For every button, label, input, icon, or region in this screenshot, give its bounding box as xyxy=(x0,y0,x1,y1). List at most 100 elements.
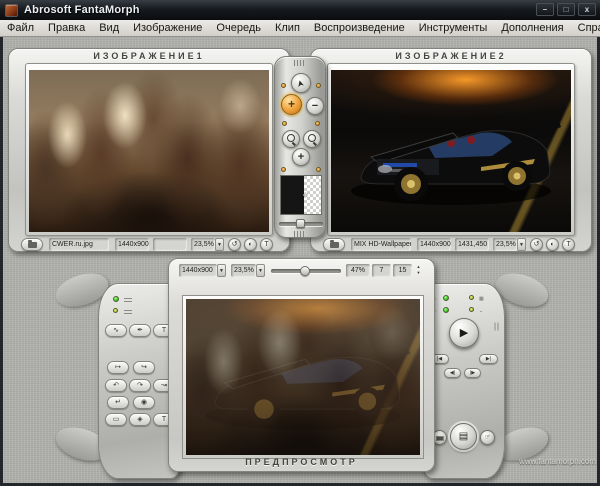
menu-addons[interactable]: Дополнения xyxy=(494,20,570,36)
edit-button-7[interactable]: ▭ xyxy=(105,413,127,426)
image1-canvas[interactable] xyxy=(29,70,269,232)
delete-dot-button[interactable]: − xyxy=(306,97,324,115)
camera-icon xyxy=(436,436,444,441)
app-window: Abrosoft FantaMorph – □ x Файл Правка Ви… xyxy=(0,0,600,486)
menu-help[interactable]: Справка xyxy=(571,20,600,36)
swatch-black: + xyxy=(281,176,304,214)
image1-panel: ИЗОБРАЖЕНИЕ1 CWER.ru.jpg 1440x900 23,5% … xyxy=(8,48,290,252)
total-frames-field[interactable]: 15 xyxy=(393,264,412,277)
minimize-button[interactable]: – xyxy=(536,3,554,16)
image1-adjust-button[interactable]: ◐ xyxy=(244,238,257,251)
image1-filename-field[interactable]: CWER.ru.jpg xyxy=(49,238,109,251)
progress-field: 47% xyxy=(346,264,370,277)
image1-zoom-dropdown[interactable]: ▼ xyxy=(215,238,224,251)
cursor-icon: ➤ xyxy=(291,77,311,89)
menu-clip[interactable]: Клип xyxy=(268,20,307,36)
wave-mode-icon: ⌄ xyxy=(479,308,483,314)
led-edit-mode xyxy=(113,296,119,302)
next-frame-button[interactable]: |▶ xyxy=(464,368,481,378)
maximize-button[interactable]: □ xyxy=(557,3,575,16)
preview-resolution-field[interactable]: 1440x900 xyxy=(179,264,217,277)
show-dots-button[interactable]: ◉ xyxy=(133,396,155,409)
add-dot-button[interactable]: + xyxy=(281,94,302,115)
edit-button-8[interactable]: ◈ xyxy=(129,413,151,426)
website-watermark: www.fantamorph.com xyxy=(498,457,596,466)
image2-filename-field[interactable]: MIX HD-Wallpapers xyxy=(351,238,411,251)
grip-bottom xyxy=(294,231,306,237)
view-mode-marks xyxy=(124,309,132,314)
zoom-out-button[interactable] xyxy=(303,130,321,148)
image1-rotate-button[interactable]: ↺ xyxy=(228,238,241,251)
image2-canvas[interactable] xyxy=(331,70,571,232)
edit-button-3[interactable]: ↶ xyxy=(105,379,127,392)
pen-tool-button[interactable]: ✒ xyxy=(129,324,151,337)
edit-button-2[interactable]: ↪ xyxy=(133,361,155,374)
curve-tool-button[interactable]: ∿ xyxy=(105,324,127,337)
menu-file[interactable]: Файл xyxy=(0,20,41,36)
image2-zoom-field[interactable]: 23,5% xyxy=(493,238,517,251)
menu-sequence[interactable]: Очередь xyxy=(209,20,268,36)
preview-zoom-dropdown[interactable]: ▼ xyxy=(256,264,265,277)
grip-marks xyxy=(495,323,500,331)
image2-title: ИЗОБРАЖЕНИЕ2 xyxy=(311,51,591,61)
image1-size-field: 1440x900 xyxy=(115,238,149,251)
preview-panel: 1440x900 ▼ 23,5% ▼ 47% 7 15 ▲ ▼ xyxy=(168,258,435,472)
edit-button-1[interactable]: ↦ xyxy=(107,361,129,374)
edit-button-4[interactable]: ↷ xyxy=(129,379,151,392)
led-mode-1 xyxy=(443,295,449,301)
image2-zoom-dropdown[interactable]: ▼ xyxy=(517,238,526,251)
cursor-tool-button[interactable]: ➤ xyxy=(291,73,311,93)
led-swatch-left xyxy=(281,167,286,172)
play-button[interactable]: ▶ xyxy=(449,318,479,348)
image1-title: ИЗОБРАЖЕНИЕ1 xyxy=(9,51,289,61)
frames-spinner[interactable]: ▲ ▼ xyxy=(414,264,423,277)
prev-frame-button[interactable]: ◀| xyxy=(444,368,461,378)
led-left xyxy=(281,83,286,88)
led-zoom-right xyxy=(315,121,320,126)
menu-edit[interactable]: Правка xyxy=(41,20,92,36)
menu-image[interactable]: Изображение xyxy=(126,20,209,36)
car-image xyxy=(331,70,571,232)
menu-tools[interactable]: Инструменты xyxy=(412,20,495,36)
led-swatch-right xyxy=(316,167,321,172)
pan-button[interactable]: + xyxy=(292,148,310,166)
close-button[interactable]: x xyxy=(578,3,596,16)
preview-canvas[interactable] xyxy=(186,299,420,455)
current-frame-field[interactable]: 7 xyxy=(372,264,391,277)
image2-frame xyxy=(327,63,575,236)
image2-adjust-button[interactable]: ◐ xyxy=(546,238,559,251)
image1-zoom-field[interactable]: 23,5% xyxy=(191,238,215,251)
export-movie-button[interactable]: ▤ xyxy=(450,423,477,450)
fullscreen-button[interactable]: ☞ xyxy=(480,430,495,445)
last-frame-button[interactable]: ▶| xyxy=(479,354,498,364)
spinner-down-icon[interactable]: ▼ xyxy=(414,270,423,276)
image1-text-button[interactable]: T xyxy=(260,238,273,251)
image1-open-button[interactable] xyxy=(21,238,43,251)
work-area: ИЗОБРАЖЕНИЕ1 CWER.ru.jpg 1440x900 23,5% … xyxy=(3,37,597,483)
led-zoom-left xyxy=(282,121,287,126)
image2-open-button[interactable] xyxy=(323,238,345,251)
preview-title: ПРЕДПРОСМОТР xyxy=(169,457,434,467)
crosshair-icon: + xyxy=(303,190,308,200)
dot-slider-track[interactable] xyxy=(279,222,323,226)
zoom-in-button[interactable] xyxy=(282,130,300,148)
edit-button-6[interactable]: ↵ xyxy=(107,396,129,409)
grip-top xyxy=(294,60,306,66)
background-swatch[interactable]: + xyxy=(280,175,322,215)
image2-size-field: 1440x900 xyxy=(417,238,451,251)
folder-icon xyxy=(28,242,37,248)
window-title: Abrosoft FantaMorph xyxy=(24,4,140,16)
preview-zoom-field[interactable]: 23,5% xyxy=(231,264,256,277)
menu-playback[interactable]: Воспроизведение xyxy=(307,20,412,36)
timeline-slider-thumb[interactable] xyxy=(300,266,310,276)
app-icon xyxy=(5,4,18,17)
image2-rotate-button[interactable]: ↺ xyxy=(530,238,543,251)
dot-slider-thumb[interactable] xyxy=(296,219,305,228)
led-mode-2 xyxy=(469,295,474,300)
menu-view[interactable]: Вид xyxy=(92,20,126,36)
timeline-slider-track[interactable] xyxy=(271,269,341,273)
image2-text-button[interactable]: T xyxy=(562,238,575,251)
preview-resolution-dropdown[interactable]: ▼ xyxy=(217,264,226,277)
image1-coords-field xyxy=(153,238,187,251)
preview-frame xyxy=(182,295,424,459)
